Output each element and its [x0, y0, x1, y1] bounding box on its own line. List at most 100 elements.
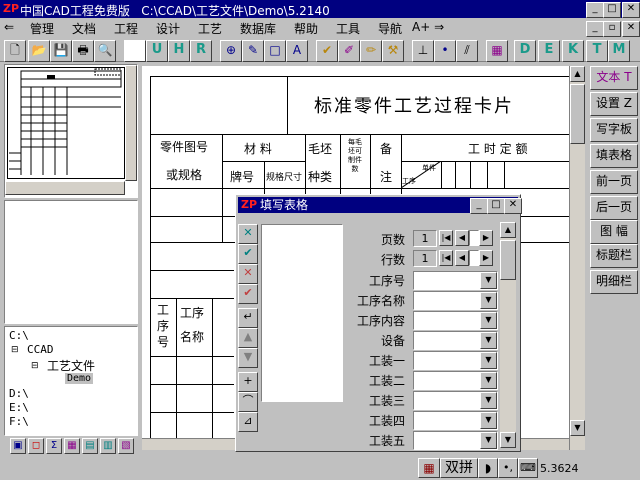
print-icon[interactable]: 🖶: [72, 40, 94, 62]
dialog-minimize-button[interactable]: _: [470, 198, 488, 214]
dlg-down-icon[interactable]: ▼: [238, 348, 258, 368]
tool-h-button[interactable]: H: [168, 40, 190, 62]
thumbnail-vscroll[interactable]: [125, 65, 137, 181]
page-prev-icon[interactable]: ◀: [455, 230, 469, 246]
hammer-icon[interactable]: ⚒: [382, 40, 404, 62]
close-button[interactable]: ✕: [622, 2, 640, 18]
chevron-down-icon[interactable]: ▼: [480, 332, 497, 349]
dlg-clear-icon[interactable]: ✕: [238, 224, 258, 244]
prev-page-button[interactable]: 前一页: [590, 170, 638, 194]
rectangle-icon[interactable]: □: [264, 40, 286, 62]
chevron-down-icon[interactable]: ▼: [480, 412, 497, 429]
page-count-value[interactable]: 1: [413, 230, 437, 247]
new-file-icon[interactable]: 🗋: [4, 40, 26, 62]
thumbnail-hscroll[interactable]: [5, 181, 125, 195]
fill-table-button[interactable]: 填表格: [590, 144, 638, 168]
menu-extra[interactable]: A+ ⇒: [412, 20, 444, 34]
dlg-arc-icon[interactable]: ⌒: [238, 392, 258, 412]
row-prev-icon[interactable]: ◀: [455, 250, 469, 266]
detail-list-button[interactable]: 明细栏: [590, 270, 638, 294]
dlg-up-icon[interactable]: ▲: [238, 328, 258, 348]
op-no-dropdown[interactable]: ▼: [413, 271, 498, 290]
dialog-vscroll[interactable]: ▲ ▼: [500, 222, 516, 448]
tool-3-dropdown[interactable]: ▼: [413, 391, 498, 410]
menu-help[interactable]: 帮助: [294, 20, 318, 37]
dialog-scroll-up-icon[interactable]: ▲: [500, 222, 516, 238]
punctuation-icon[interactable]: •,: [498, 458, 518, 478]
dlg-enter-icon[interactable]: ↵: [238, 308, 258, 328]
panel-icon-7[interactable]: ▧: [118, 438, 134, 454]
text-icon[interactable]: A: [286, 40, 308, 62]
tree-drive-e[interactable]: E:\: [9, 401, 29, 414]
blank-color-swatch[interactable]: [124, 40, 146, 62]
dlg-triangle-icon[interactable]: ⊿: [238, 412, 258, 432]
equipment-dropdown[interactable]: ▼: [413, 331, 498, 350]
grid-icon[interactable]: ▦: [486, 40, 508, 62]
chevron-down-icon[interactable]: ▼: [480, 352, 497, 369]
tool-u-button[interactable]: U: [146, 40, 168, 62]
title-block-button[interactable]: 标题栏: [590, 244, 638, 268]
pen-icon[interactable]: ✎: [242, 40, 264, 62]
dialog-scroll-thumb[interactable]: [500, 240, 516, 280]
check-icon[interactable]: ✔: [316, 40, 338, 62]
perpendicular-icon[interactable]: ⊥: [412, 40, 434, 62]
wordpad-button[interactable]: 写字板: [590, 118, 638, 142]
menu-process[interactable]: 工艺: [198, 20, 222, 37]
tool-t-button[interactable]: T: [586, 40, 608, 62]
tree-drive-c[interactable]: C:\: [9, 329, 29, 342]
page-next-icon[interactable]: ▶: [479, 230, 493, 246]
doc-restore-button[interactable]: ▫: [603, 21, 621, 37]
tree-drive-f[interactable]: F:\: [9, 415, 29, 428]
brush-icon[interactable]: ✏: [360, 40, 382, 62]
keyboard-icon[interactable]: ⌨: [518, 458, 538, 478]
scroll-down-icon[interactable]: ▼: [570, 420, 585, 436]
menu-project[interactable]: 工程: [114, 20, 138, 37]
op-content-dropdown[interactable]: ▼: [413, 311, 498, 330]
ime-mode[interactable]: 双拼: [440, 458, 478, 478]
canvas-vscroll[interactable]: ▲ ▼: [569, 66, 585, 450]
zoom-in-icon[interactable]: ⊕: [220, 40, 242, 62]
panel-icon-5[interactable]: ▤: [82, 438, 98, 454]
half-width-icon[interactable]: ◗: [478, 458, 498, 478]
dialog-close-button[interactable]: ✕: [504, 198, 522, 214]
tool-e-button[interactable]: E: [538, 40, 560, 62]
tree-drive-d[interactable]: D:\: [9, 387, 29, 400]
tool-2-dropdown[interactable]: ▼: [413, 371, 498, 390]
sheet-size-button[interactable]: 图 幅: [590, 220, 638, 244]
tool-d-button[interactable]: D: [514, 40, 536, 62]
maximize-button[interactable]: □: [603, 2, 621, 18]
tool-k-button[interactable]: K: [562, 40, 584, 62]
tree-folder-process[interactable]: 工艺文件: [47, 357, 95, 374]
row-track[interactable]: [469, 250, 479, 266]
doc-minimize-button[interactable]: _: [586, 21, 604, 37]
back-arrow-icon[interactable]: ⇐: [4, 20, 14, 34]
scroll-thumb[interactable]: [570, 84, 585, 144]
op-name-dropdown[interactable]: ▼: [413, 291, 498, 310]
chevron-down-icon[interactable]: ▼: [480, 372, 497, 389]
text-t-button[interactable]: 文本 T: [590, 66, 638, 90]
open-folder-icon[interactable]: 📂: [28, 40, 50, 62]
panel-icon-1[interactable]: ▣: [10, 438, 26, 454]
tool-4-dropdown[interactable]: ▼: [413, 411, 498, 430]
panel-icon-4[interactable]: ▦: [64, 438, 80, 454]
page-thumbnail[interactable]: [7, 67, 125, 179]
chevron-down-icon[interactable]: ▼: [480, 432, 497, 449]
tree-folder-demo[interactable]: Demo: [65, 373, 94, 384]
tree-folder-ccad[interactable]: CCAD: [27, 343, 54, 356]
page-track[interactable]: [469, 230, 479, 246]
tool-1-dropdown[interactable]: ▼: [413, 351, 498, 370]
tree-collapse-icon[interactable]: ⊟: [31, 361, 39, 371]
scroll-up-icon[interactable]: ▲: [570, 66, 585, 82]
panel-icon-2[interactable]: ◻: [28, 438, 44, 454]
chevron-down-icon[interactable]: ▼: [480, 292, 497, 309]
chevron-down-icon[interactable]: ▼: [480, 392, 497, 409]
tool-5-dropdown[interactable]: ▼: [413, 431, 498, 450]
hatch-icon[interactable]: ⫽: [456, 40, 478, 62]
settings-button[interactable]: 设置 Z: [590, 92, 638, 116]
tool-r-button[interactable]: R: [190, 40, 212, 62]
dlg-check-icon[interactable]: ✔: [238, 284, 258, 304]
point-icon[interactable]: •: [434, 40, 456, 62]
menu-navigate[interactable]: 导航: [378, 20, 402, 37]
menu-database[interactable]: 数据库: [240, 20, 276, 37]
doc-close-button[interactable]: ✕: [622, 21, 640, 37]
